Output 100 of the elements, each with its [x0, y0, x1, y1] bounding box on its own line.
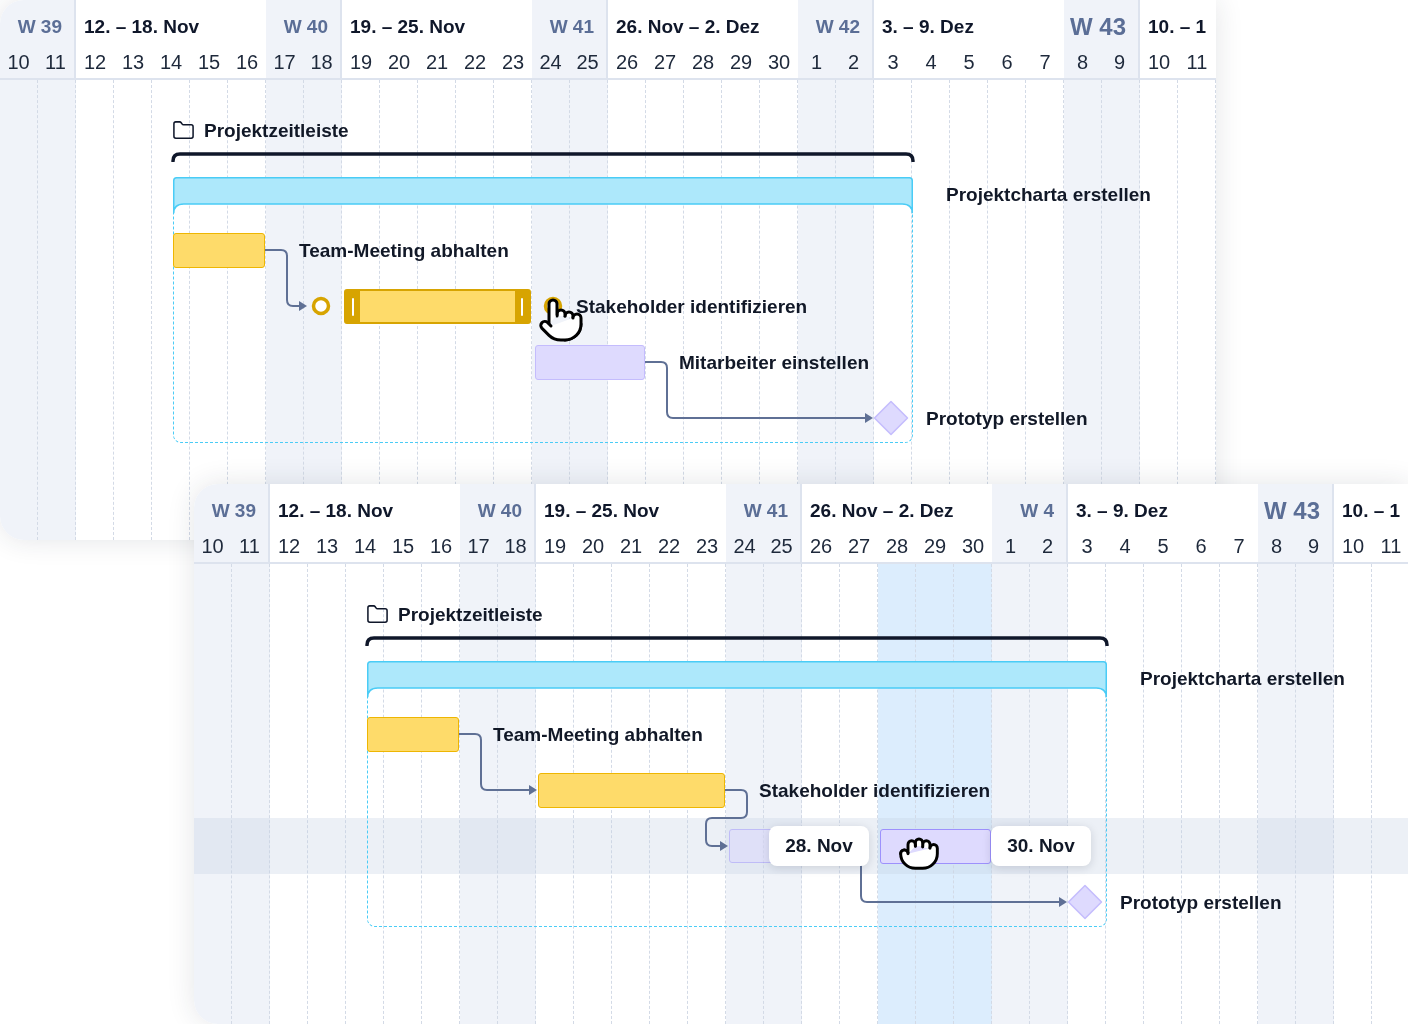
folder-icon [366, 603, 389, 626]
day-number: 29 [922, 534, 948, 559]
day-number: 1 [809, 50, 824, 75]
day-number: 19 [348, 50, 374, 75]
task-label: Prototyp erstellen [926, 407, 1088, 431]
week-date-range: 3. – 9. Dez [1076, 499, 1168, 523]
day-number: 7 [1232, 534, 1246, 559]
task-label: Stakeholder identifizieren [576, 295, 808, 319]
day-number: 11 [44, 50, 67, 75]
day-number: 20 [580, 534, 606, 559]
link-handle-icon[interactable] [311, 296, 331, 316]
task-bar[interactable] [344, 289, 531, 324]
day-number: 8 [1075, 50, 1090, 75]
day-number: 16 [428, 534, 454, 559]
resize-handle[interactable] [346, 291, 360, 322]
task-label: Stakeholder identifizieren [759, 779, 991, 803]
day-number: 12 [82, 50, 108, 75]
task-label: Projektcharta erstellen [1140, 667, 1345, 691]
day-number: 11 [1379, 534, 1403, 559]
day-number: 12 [276, 534, 302, 559]
day-number: 5 [1156, 534, 1170, 559]
day-number: 27 [846, 534, 872, 559]
task-bar[interactable] [367, 717, 459, 752]
task-label: Prototyp erstellen [1120, 891, 1282, 915]
day-number: 30 [766, 50, 792, 75]
day-number: 8 [1269, 534, 1284, 559]
day-number: 23 [500, 50, 526, 75]
day-number: 11 [1185, 50, 1209, 75]
day-number: 6 [1000, 50, 1014, 75]
week-date-range: 19. – 25. Nov [350, 15, 466, 39]
task-label: Team-Meeting abhalten [299, 239, 509, 263]
project-title: Projektzeitleiste [204, 119, 349, 143]
day-number: 24 [732, 534, 757, 559]
day-number: 26 [614, 50, 640, 75]
week-number: W 43 [1070, 13, 1126, 41]
day-number: 2 [846, 50, 861, 75]
day-number: 3 [886, 50, 900, 75]
day-number: 9 [1306, 534, 1321, 559]
day-number: 13 [120, 50, 146, 75]
day-number: 25 [769, 534, 794, 559]
day-number: 14 [158, 50, 184, 75]
day-number: 24 [538, 50, 563, 75]
milestone-diamond[interactable] [1067, 884, 1103, 920]
day-number: 19 [542, 534, 568, 559]
day-number: 14 [352, 534, 378, 559]
day-number: 10 [1146, 50, 1172, 75]
day-number: 15 [390, 534, 416, 559]
day-number: 23 [694, 534, 720, 559]
day-number: 5 [962, 50, 976, 75]
week-date-range: 10. – 1 [1342, 499, 1401, 523]
milestone-diamond[interactable] [873, 400, 909, 436]
week-date-range: 19. – 25. Nov [544, 499, 660, 523]
week-date-range: 10. – 1 [1148, 15, 1207, 39]
week-number: W 41 [549, 15, 594, 39]
day-number: 18 [503, 534, 528, 559]
day-number: 22 [656, 534, 682, 559]
day-number: 10 [6, 50, 31, 75]
folder-icon [172, 119, 195, 142]
day-number: 20 [386, 50, 412, 75]
day-number: 28 [884, 534, 910, 559]
day-number: 22 [462, 50, 488, 75]
day-number: 25 [575, 50, 600, 75]
week-date-range: 12. – 18. Nov [84, 15, 200, 39]
day-number: 1 [1003, 534, 1018, 559]
day-number: 2 [1040, 534, 1055, 559]
task-label: Mitarbeiter einstellen [679, 351, 870, 375]
task-bar[interactable] [173, 233, 265, 268]
week-date-range: 12. – 18. Nov [278, 499, 394, 523]
day-number: 17 [466, 534, 491, 559]
task-bar[interactable] [538, 773, 725, 808]
summary-bar[interactable] [173, 177, 913, 214]
week-date-range: 26. Nov – 2. Dez [810, 499, 954, 523]
day-number: 13 [314, 534, 340, 559]
day-number: 3 [1080, 534, 1094, 559]
day-number: 26 [808, 534, 834, 559]
day-number: 6 [1194, 534, 1208, 559]
day-number: 21 [618, 534, 644, 559]
week-number: W 42 [815, 15, 860, 39]
day-number: 9 [1112, 50, 1127, 75]
day-number: 4 [924, 50, 938, 75]
summary-bar[interactable] [367, 661, 1107, 698]
day-number: 29 [728, 50, 754, 75]
day-number: 17 [272, 50, 297, 75]
week-number: W 39 [211, 499, 256, 523]
day-number: 4 [1118, 534, 1132, 559]
date-tooltip: 28. Nov [769, 826, 869, 866]
project-title: Projektzeitleiste [398, 603, 543, 627]
week-number: W 40 [283, 15, 328, 39]
day-number: 18 [309, 50, 334, 75]
task-label: Team-Meeting abhalten [493, 723, 703, 747]
day-number: 7 [1038, 50, 1052, 75]
day-number: 16 [234, 50, 260, 75]
week-number: W 39 [17, 15, 62, 39]
week-date-range: 26. Nov – 2. Dez [616, 15, 760, 39]
day-number: 27 [652, 50, 678, 75]
resize-handle[interactable] [515, 291, 529, 322]
task-bar[interactable] [535, 345, 645, 380]
day-number: 11 [238, 534, 261, 559]
day-number: 10 [200, 534, 225, 559]
week-date-range: 3. – 9. Dez [882, 15, 974, 39]
